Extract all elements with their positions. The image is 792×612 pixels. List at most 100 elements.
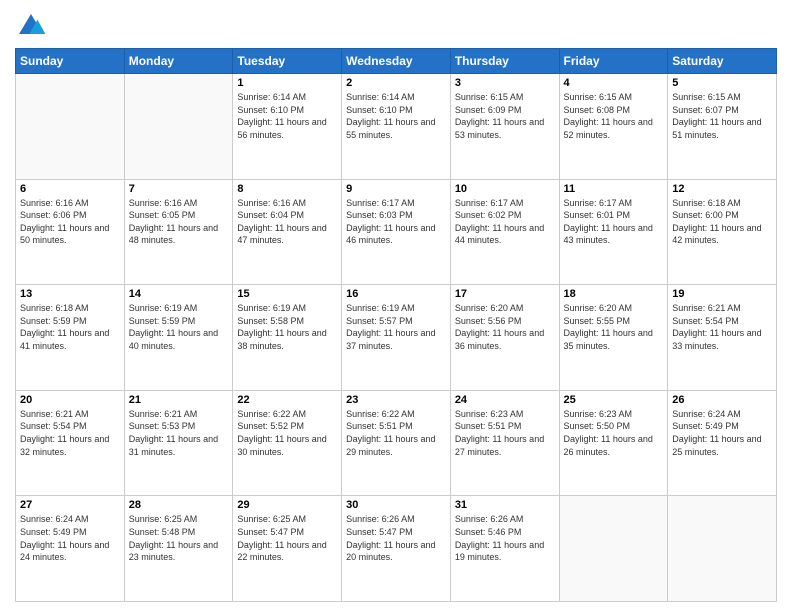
cell-date: 29 xyxy=(237,499,337,511)
week-row-4: 27 Sunrise: 6:24 AM Sunset: 5:49 PM Dayli… xyxy=(16,496,777,602)
calendar-cell: 8 Sunrise: 6:16 AM Sunset: 6:04 PM Daylig… xyxy=(233,179,342,285)
cell-date: 2 xyxy=(346,77,446,89)
calendar-cell: 22 Sunrise: 6:22 AM Sunset: 5:52 PM Dayli… xyxy=(233,390,342,496)
cell-info: Sunrise: 6:19 AM Sunset: 5:59 PM Dayligh… xyxy=(129,302,229,352)
cell-info: Sunrise: 6:26 AM Sunset: 5:46 PM Dayligh… xyxy=(455,513,555,563)
calendar-cell: 9Sunrise: 6:17 AM Sunset: 6:03 PM Daylig… xyxy=(342,179,451,285)
day-header-tuesday: Tuesday xyxy=(233,49,342,74)
cell-info: Sunrise: 6:16 AM Sunset: 6:04 PM Dayligh… xyxy=(237,197,337,247)
week-row-2: 13 Sunrise: 6:18 AM Sunset: 5:59 PM Dayli… xyxy=(16,285,777,391)
cell-info: Sunrise: 6:15 AM Sunset: 6:09 PM Dayligh… xyxy=(455,91,555,141)
cell-info: Sunrise: 6:19 AM Sunset: 5:58 PM Dayligh… xyxy=(237,302,337,352)
calendar-cell: 13 Sunrise: 6:18 AM Sunset: 5:59 PM Dayli… xyxy=(16,285,125,391)
calendar-header: SundayMondayTuesdayWednesdayThursdayFrid… xyxy=(16,49,777,74)
calendar-cell: 14 Sunrise: 6:19 AM Sunset: 5:59 PM Dayli… xyxy=(124,285,233,391)
cell-date: 13 xyxy=(20,288,120,300)
calendar-cell: 31 Sunrise: 6:26 AM Sunset: 5:46 PM Dayli… xyxy=(450,496,559,602)
header xyxy=(15,10,777,42)
calendar-cell: 4 Sunrise: 6:15 AM Sunset: 6:08 PM Daylig… xyxy=(559,74,668,180)
cell-info: Sunrise: 6:14 AM Sunset: 6:10 PM Dayligh… xyxy=(237,91,337,141)
cell-date: 7 xyxy=(129,183,229,195)
cell-date: 27 xyxy=(20,499,120,511)
cell-date: 12 xyxy=(672,183,772,195)
cell-info: Sunrise: 6:20 AM Sunset: 5:56 PM Dayligh… xyxy=(455,302,555,352)
calendar-cell: 15 Sunrise: 6:19 AM Sunset: 5:58 PM Dayli… xyxy=(233,285,342,391)
cell-date: 11 xyxy=(564,183,664,195)
cell-info: Sunrise: 6:20 AM Sunset: 5:55 PM Dayligh… xyxy=(564,302,664,352)
calendar-cell: 28 Sunrise: 6:25 AM Sunset: 5:48 PM Dayli… xyxy=(124,496,233,602)
cell-info: Sunrise: 6:25 AM Sunset: 5:47 PM Dayligh… xyxy=(237,513,337,563)
cell-date: 5 xyxy=(672,77,772,89)
day-header-thursday: Thursday xyxy=(450,49,559,74)
cell-info: Sunrise: 6:15 AM Sunset: 6:07 PM Dayligh… xyxy=(672,91,772,141)
week-row-1: 6Sunrise: 6:16 AM Sunset: 6:06 PM Daylig… xyxy=(16,179,777,285)
week-row-0: 1 Sunrise: 6:14 AM Sunset: 6:10 PM Daylig… xyxy=(16,74,777,180)
calendar-cell: 3 Sunrise: 6:15 AM Sunset: 6:09 PM Daylig… xyxy=(450,74,559,180)
calendar-cell: 29 Sunrise: 6:25 AM Sunset: 5:47 PM Dayli… xyxy=(233,496,342,602)
cell-info: Sunrise: 6:23 AM Sunset: 5:51 PM Dayligh… xyxy=(455,408,555,458)
cell-date: 28 xyxy=(129,499,229,511)
calendar-cell: 18 Sunrise: 6:20 AM Sunset: 5:55 PM Dayli… xyxy=(559,285,668,391)
cell-info: Sunrise: 6:21 AM Sunset: 5:53 PM Dayligh… xyxy=(129,408,229,458)
header-row: SundayMondayTuesdayWednesdayThursdayFrid… xyxy=(16,49,777,74)
cell-info: Sunrise: 6:18 AM Sunset: 5:59 PM Dayligh… xyxy=(20,302,120,352)
calendar-cell xyxy=(124,74,233,180)
cell-info: Sunrise: 6:16 AM Sunset: 6:05 PM Dayligh… xyxy=(129,197,229,247)
cell-info: Sunrise: 6:22 AM Sunset: 5:52 PM Dayligh… xyxy=(237,408,337,458)
calendar-cell: 5 Sunrise: 6:15 AM Sunset: 6:07 PM Daylig… xyxy=(668,74,777,180)
cell-date: 30 xyxy=(346,499,446,511)
cell-info: Sunrise: 6:15 AM Sunset: 6:08 PM Dayligh… xyxy=(564,91,664,141)
cell-date: 10 xyxy=(455,183,555,195)
day-header-saturday: Saturday xyxy=(668,49,777,74)
calendar-cell: 26Sunrise: 6:24 AM Sunset: 5:49 PM Dayli… xyxy=(668,390,777,496)
cell-info: Sunrise: 6:26 AM Sunset: 5:47 PM Dayligh… xyxy=(346,513,446,563)
cell-date: 16 xyxy=(346,288,446,300)
day-header-monday: Monday xyxy=(124,49,233,74)
cell-date: 1 xyxy=(237,77,337,89)
calendar-cell: 12 Sunrise: 6:18 AM Sunset: 6:00 PM Dayli… xyxy=(668,179,777,285)
logo xyxy=(15,10,51,42)
cell-info: Sunrise: 6:18 AM Sunset: 6:00 PM Dayligh… xyxy=(672,197,772,247)
cell-date: 22 xyxy=(237,394,337,406)
cell-date: 8 xyxy=(237,183,337,195)
calendar-cell: 7 Sunrise: 6:16 AM Sunset: 6:05 PM Daylig… xyxy=(124,179,233,285)
cell-date: 18 xyxy=(564,288,664,300)
calendar-cell: 16 Sunrise: 6:19 AM Sunset: 5:57 PM Dayli… xyxy=(342,285,451,391)
calendar-cell: 27 Sunrise: 6:24 AM Sunset: 5:49 PM Dayli… xyxy=(16,496,125,602)
cell-info: Sunrise: 6:14 AM Sunset: 6:10 PM Dayligh… xyxy=(346,91,446,141)
cell-date: 23 xyxy=(346,394,446,406)
cell-date: 15 xyxy=(237,288,337,300)
cell-info: Sunrise: 6:23 AM Sunset: 5:50 PM Dayligh… xyxy=(564,408,664,458)
cell-info: Sunrise: 6:22 AM Sunset: 5:51 PM Dayligh… xyxy=(346,408,446,458)
calendar-table: SundayMondayTuesdayWednesdayThursdayFrid… xyxy=(15,48,777,602)
day-header-friday: Friday xyxy=(559,49,668,74)
calendar-cell: 30 Sunrise: 6:26 AM Sunset: 5:47 PM Dayli… xyxy=(342,496,451,602)
day-header-wednesday: Wednesday xyxy=(342,49,451,74)
cell-date: 21 xyxy=(129,394,229,406)
cell-date: 19 xyxy=(672,288,772,300)
calendar-cell: 21 Sunrise: 6:21 AM Sunset: 5:53 PM Dayli… xyxy=(124,390,233,496)
cell-info: Sunrise: 6:24 AM Sunset: 5:49 PM Dayligh… xyxy=(20,513,120,563)
cell-date: 6 xyxy=(20,183,120,195)
cell-info: Sunrise: 6:25 AM Sunset: 5:48 PM Dayligh… xyxy=(129,513,229,563)
calendar-cell: 24Sunrise: 6:23 AM Sunset: 5:51 PM Dayli… xyxy=(450,390,559,496)
week-row-3: 20Sunrise: 6:21 AM Sunset: 5:54 PM Dayli… xyxy=(16,390,777,496)
calendar-body: 1 Sunrise: 6:14 AM Sunset: 6:10 PM Daylig… xyxy=(16,74,777,602)
calendar-cell xyxy=(16,74,125,180)
page: SundayMondayTuesdayWednesdayThursdayFrid… xyxy=(0,0,792,612)
cell-info: Sunrise: 6:21 AM Sunset: 5:54 PM Dayligh… xyxy=(20,408,120,458)
calendar-cell: 11Sunrise: 6:17 AM Sunset: 6:01 PM Dayli… xyxy=(559,179,668,285)
cell-date: 25 xyxy=(564,394,664,406)
cell-info: Sunrise: 6:19 AM Sunset: 5:57 PM Dayligh… xyxy=(346,302,446,352)
cell-date: 31 xyxy=(455,499,555,511)
cell-date: 4 xyxy=(564,77,664,89)
calendar-cell: 1 Sunrise: 6:14 AM Sunset: 6:10 PM Daylig… xyxy=(233,74,342,180)
calendar-cell xyxy=(559,496,668,602)
cell-date: 3 xyxy=(455,77,555,89)
cell-date: 9 xyxy=(346,183,446,195)
calendar-cell: 10Sunrise: 6:17 AM Sunset: 6:02 PM Dayli… xyxy=(450,179,559,285)
cell-date: 14 xyxy=(129,288,229,300)
logo-icon xyxy=(15,10,47,42)
calendar-cell: 17Sunrise: 6:20 AM Sunset: 5:56 PM Dayli… xyxy=(450,285,559,391)
calendar-cell: 2 Sunrise: 6:14 AM Sunset: 6:10 PM Daylig… xyxy=(342,74,451,180)
